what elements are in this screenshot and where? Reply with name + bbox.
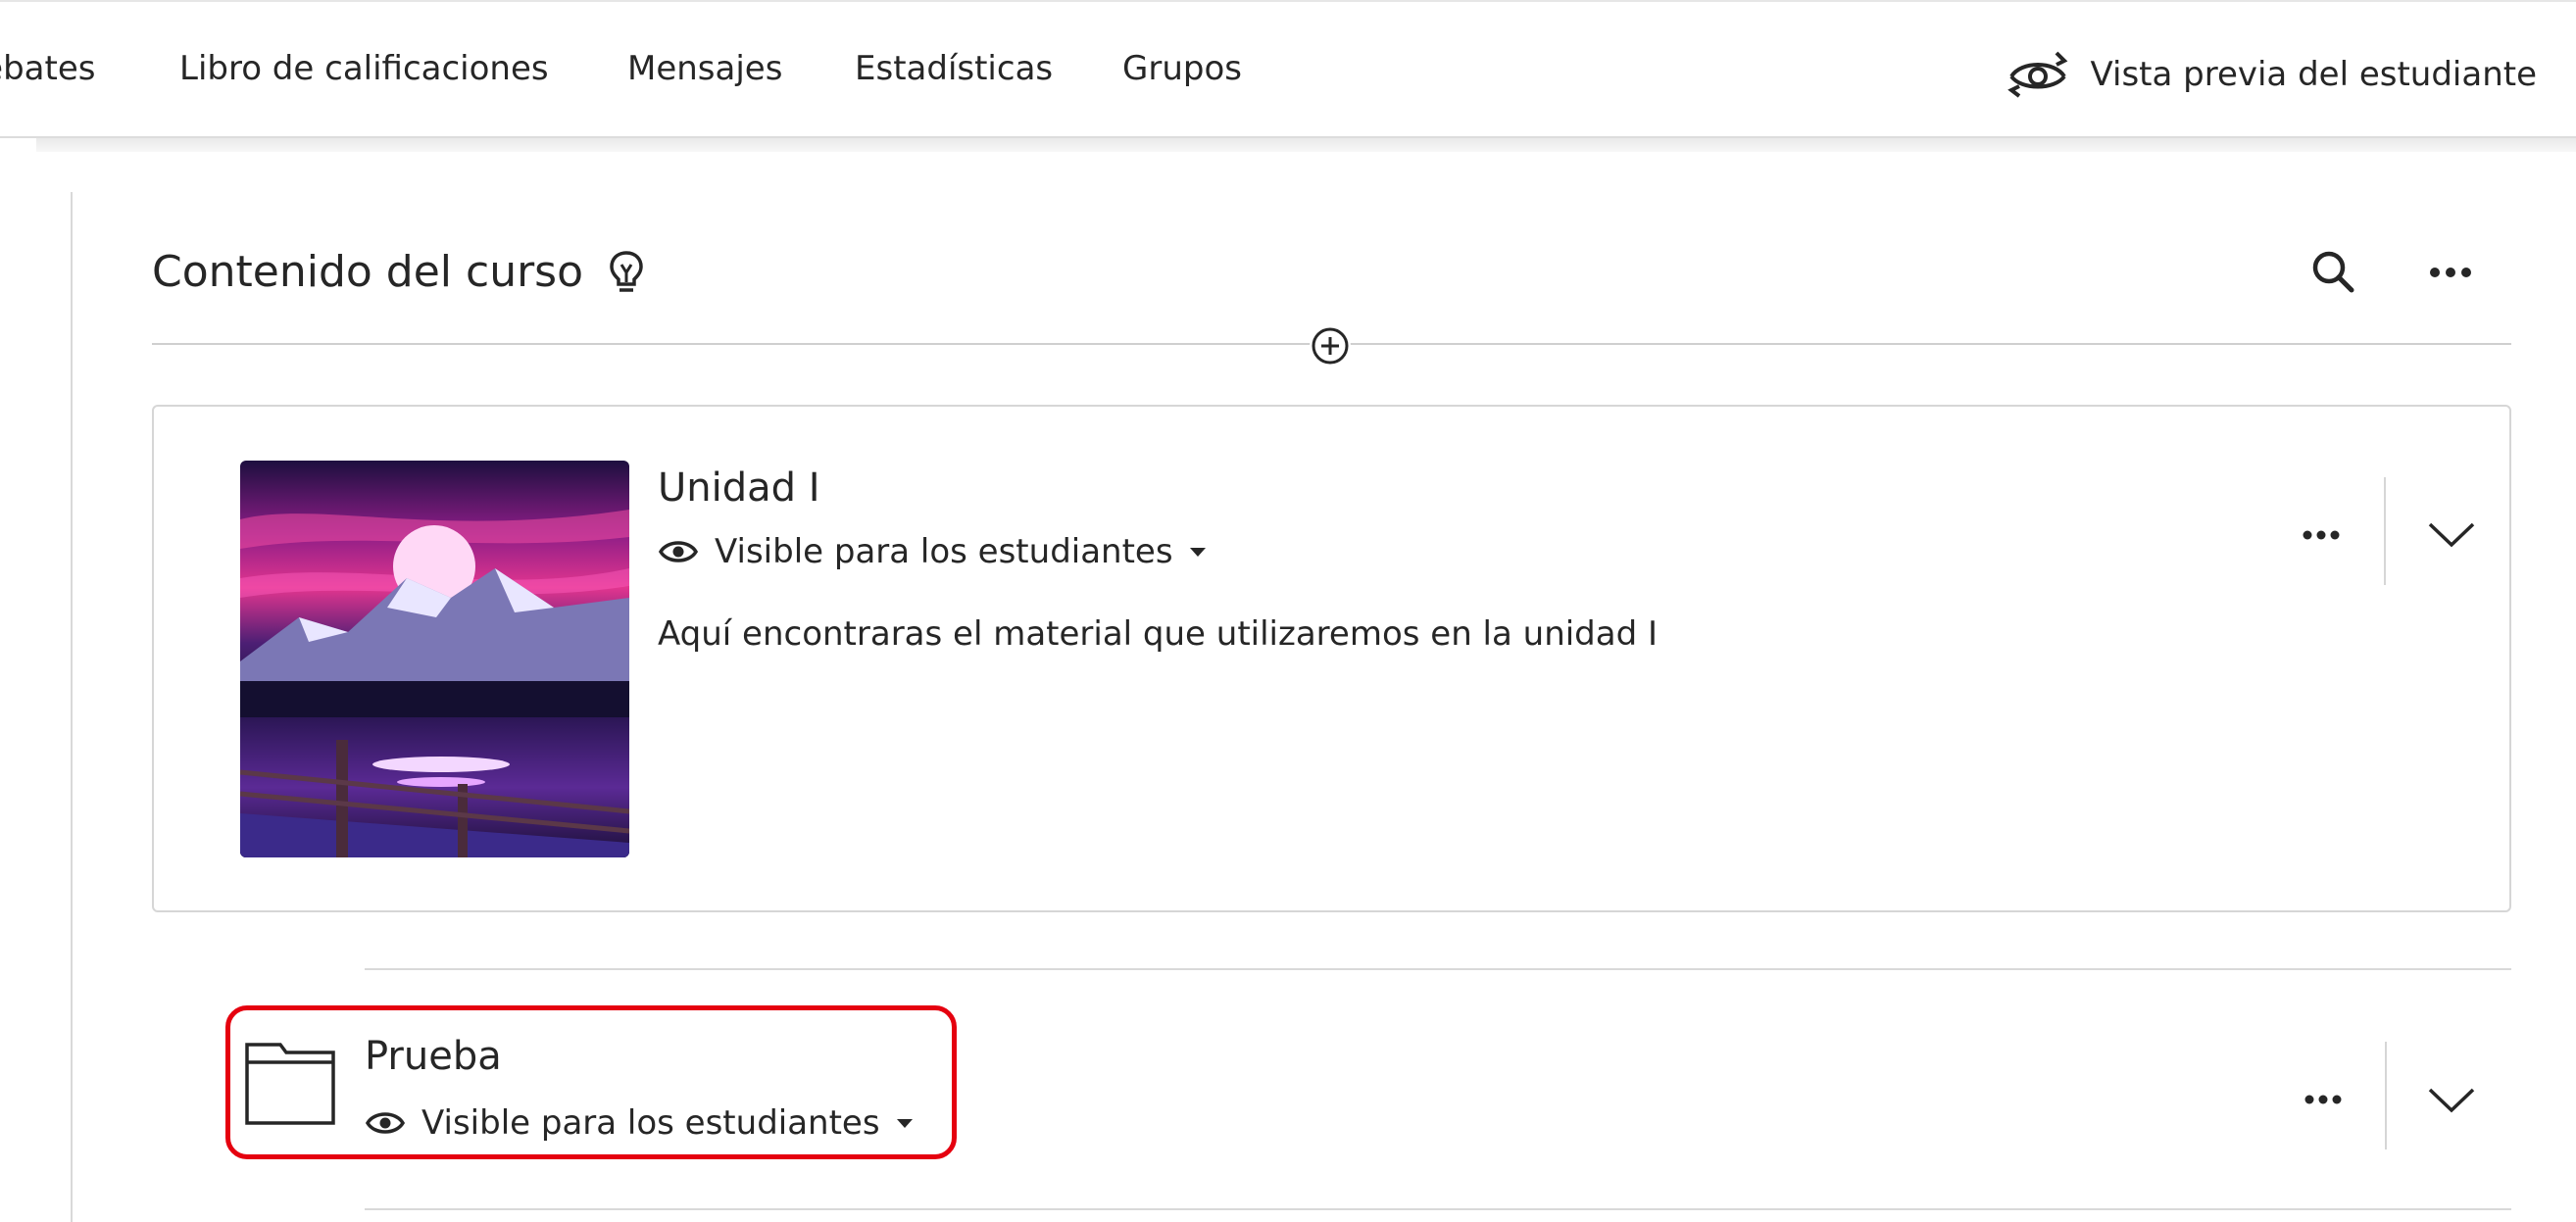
eye-icon xyxy=(365,1112,406,1134)
search-icon[interactable] xyxy=(2306,245,2361,300)
page-title: Contenido del curso xyxy=(152,247,646,297)
chevron-down-icon[interactable] xyxy=(2426,1084,2477,1115)
action-separator xyxy=(2384,477,2386,585)
module-description: Aquí encontraras el material que utiliza… xyxy=(658,614,1659,654)
tab-debates[interactable]: Debates xyxy=(0,49,95,88)
eye-icon xyxy=(658,541,699,562)
left-divider xyxy=(71,192,73,1222)
nav-shadow xyxy=(36,138,2576,152)
tab-groups[interactable]: Grupos xyxy=(1122,49,1242,88)
folder-icon xyxy=(245,1043,335,1125)
eye-rotate-icon xyxy=(2007,51,2068,98)
row-divider xyxy=(365,968,2511,970)
student-preview-label: Vista previa del estudiante xyxy=(2090,55,2537,94)
plus-circle-icon[interactable] xyxy=(1310,325,1351,367)
tab-statistics[interactable]: Estadísticas xyxy=(855,49,1053,88)
page-title-text: Contenido del curso xyxy=(152,247,584,297)
student-preview-button[interactable]: Vista previa del estudiante xyxy=(2004,45,2537,104)
more-horizontal-icon[interactable] xyxy=(2298,523,2345,547)
visibility-label: Visible para los estudiantes xyxy=(715,532,1173,571)
chevron-down-icon[interactable] xyxy=(2426,518,2477,550)
module-thumbnail xyxy=(240,461,629,857)
caret-down-icon xyxy=(1189,548,1206,557)
mountain-moon-landscape-image xyxy=(240,461,629,857)
more-horizontal-icon[interactable] xyxy=(2421,253,2480,292)
action-separator xyxy=(2385,1042,2387,1149)
lightbulb-icon[interactable] xyxy=(607,249,646,296)
visibility-dropdown[interactable]: Visible para los estudiantes xyxy=(365,1103,914,1143)
tab-gradebook[interactable]: Libro de calificaciones xyxy=(179,49,549,88)
folder-title[interactable]: Prueba xyxy=(365,1034,502,1079)
learning-module-card[interactable]: Unidad I Visible para los estudiantes Aq… xyxy=(152,405,2511,912)
visibility-dropdown[interactable]: Visible para los estudiantes xyxy=(658,532,1207,571)
tab-messages[interactable]: Mensajes xyxy=(627,49,782,88)
course-top-navigation: Debates Libro de calificaciones Mensajes… xyxy=(0,0,2576,138)
caret-down-icon xyxy=(896,1119,913,1128)
more-horizontal-icon[interactable] xyxy=(2300,1088,2347,1111)
row-divider xyxy=(365,1208,2511,1210)
module-title[interactable]: Unidad I xyxy=(658,465,820,511)
visibility-label: Visible para los estudiantes xyxy=(421,1103,880,1143)
